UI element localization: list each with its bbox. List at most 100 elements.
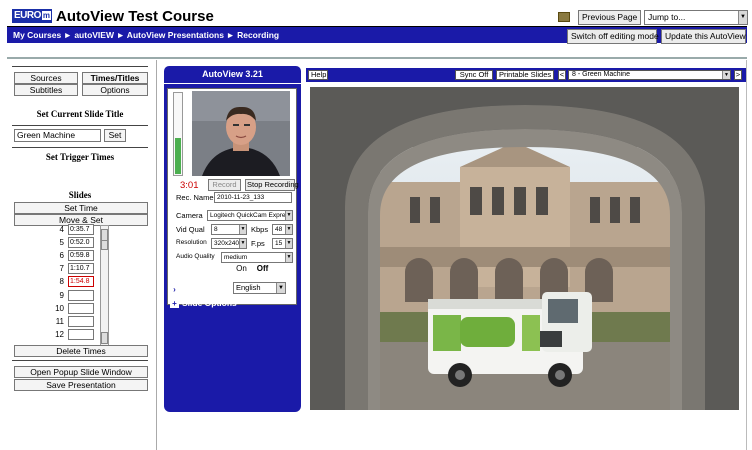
slide-number: 9 <box>59 291 64 300</box>
slide-time-input[interactable]: 1:10.7 <box>68 263 94 274</box>
slide-number: 5 <box>59 238 64 247</box>
language-value: English <box>236 283 261 292</box>
set-title-button[interactable]: Set <box>104 129 126 142</box>
set-time-button[interactable]: Set Time <box>14 202 148 214</box>
previous-page-button[interactable]: Previous Page <box>578 10 641 25</box>
chevron-down-icon: ▼ <box>285 225 292 234</box>
volume-slider[interactable] <box>173 92 183 176</box>
slide-image <box>310 87 739 410</box>
slide-number: 6 <box>59 251 64 260</box>
logo-text: EURO <box>14 10 41 21</box>
chevron-down-icon: ▼ <box>239 239 246 248</box>
slide-options-label[interactable]: Slide Options <box>182 298 237 308</box>
slide-time-input[interactable] <box>68 303 94 314</box>
rec-name-label: Rec. Name <box>176 193 214 202</box>
language-select[interactable]: English ▼ <box>233 282 286 294</box>
divider <box>12 66 148 67</box>
vid-qual-label: Vid Qual <box>176 225 205 234</box>
tab-sources[interactable]: Sources <box>14 72 78 84</box>
record-button[interactable]: Record <box>208 179 241 191</box>
tab-subtitles[interactable]: Subtitles <box>14 84 78 96</box>
chevron-down-icon: ▼ <box>285 239 292 248</box>
left-panel: Sources Times/Titles Subtitles Options S… <box>0 60 157 450</box>
webcam-preview <box>192 91 290 176</box>
chevron-down-icon: ▼ <box>276 283 285 293</box>
switch-editing-button[interactable]: Switch off editing mode <box>567 29 659 44</box>
slide-time-input[interactable] <box>68 316 94 327</box>
save-presentation-button[interactable]: Save Presentation <box>14 379 148 391</box>
fps-label: F.ps <box>251 239 265 248</box>
camera-select[interactable]: Logitech QuickCam Express ▼ <box>207 210 293 221</box>
sync-off-button[interactable]: Sync Off <box>455 70 493 80</box>
resolution-value: 320x240 <box>214 240 239 247</box>
delete-times-button[interactable]: Delete Times <box>14 345 148 357</box>
thumbnails-label: Thumbnails <box>181 264 229 274</box>
tab-options[interactable]: Options <box>82 84 148 96</box>
divider <box>12 125 148 126</box>
thumbnails-off-button[interactable]: Off <box>253 263 272 274</box>
slide-time-input[interactable]: 1:54.8 <box>68 276 94 287</box>
next-slide-button[interactable]: > <box>734 70 742 80</box>
language-label: Language <box>182 284 223 294</box>
jump-to-value: Jump to... <box>648 12 686 22</box>
rec-name-input[interactable]: 2010-11-23_133 <box>214 192 292 203</box>
slide-time-input[interactable]: 0:35.7 <box>68 224 94 235</box>
slide-number: 11 <box>55 317 64 326</box>
slides-scrollbar[interactable] <box>100 225 109 346</box>
chevron-down-icon: ▼ <box>239 225 246 234</box>
vid-qual-value: 8 <box>214 226 218 233</box>
slide-time-input[interactable] <box>68 290 94 301</box>
stop-recording-button[interactable]: Stop Recording <box>245 179 299 191</box>
divider <box>746 60 747 450</box>
chevron-down-icon: ▼ <box>722 71 730 79</box>
vid-qual-select[interactable]: 8 ▼ <box>211 224 247 235</box>
audio-quality-label: Audio Quality <box>176 253 215 260</box>
fps-select[interactable]: 15 ▼ <box>272 238 293 249</box>
slide-select[interactable]: 8 - Green Machine ▼ <box>568 70 731 80</box>
logo-sup: m <box>41 11 51 20</box>
divider <box>7 57 747 59</box>
green-machine-photo <box>310 87 739 410</box>
audio-quality-select[interactable]: medium ▼ <box>221 252 293 263</box>
tab-times-titles[interactable]: Times/Titles <box>82 72 148 84</box>
page-title: AutoView Test Course <box>56 8 214 25</box>
expand-language-icon[interactable]: › <box>170 285 179 294</box>
slide-toolbar: Help Sync Off Printable Slides < 8 - Gre… <box>306 68 746 82</box>
recorder-panel: 3:01 Record Stop Recording Rec. Name 201… <box>164 84 301 412</box>
kbps-select[interactable]: 48 ▼ <box>272 224 293 235</box>
divider <box>12 147 148 148</box>
recording-time: 3:01 <box>180 180 199 191</box>
chevron-down-icon: ▼ <box>738 11 747 24</box>
resolution-select[interactable]: 320x240 ▼ <box>211 238 247 249</box>
chevron-down-icon: ▼ <box>285 211 292 220</box>
jump-to-select[interactable]: Jump to... ▼ <box>644 10 748 25</box>
slide-number: 8 <box>59 277 64 286</box>
slide-number: 4 <box>59 225 64 234</box>
kbps-label: Kbps <box>251 225 269 234</box>
open-popup-button[interactable]: Open Popup Slide Window <box>14 366 148 378</box>
slide-title-input[interactable]: Green Machine <box>14 129 101 142</box>
slide-number: 12 <box>55 330 64 339</box>
prev-slide-button[interactable]: < <box>558 70 566 80</box>
camera-label: Camera <box>176 211 203 220</box>
set-slide-title-heading: Set Current Slide Title <box>36 109 124 119</box>
breadcrumb[interactable]: My Courses ► autoVIEW ► AutoView Present… <box>13 29 279 41</box>
divider <box>12 360 148 361</box>
plus-icon[interactable]: + <box>170 299 179 308</box>
slide-time-input[interactable]: 0:59.8 <box>68 250 94 261</box>
printable-slides-button[interactable]: Printable Slides <box>496 70 554 80</box>
slide-time-input[interactable] <box>68 329 94 340</box>
slide-number: 7 <box>59 264 64 273</box>
message-icon[interactable] <box>558 12 570 22</box>
help-button[interactable]: Help <box>308 70 328 80</box>
update-autoview-button[interactable]: Update this AutoView <box>661 29 746 44</box>
fps-value: 15 <box>275 240 283 247</box>
volume-level <box>175 138 181 174</box>
slide-time-input[interactable]: 0:52.0 <box>68 237 94 248</box>
scroll-down-icon[interactable] <box>101 332 108 344</box>
scrollbar-thumb[interactable] <box>101 240 108 250</box>
slides-heading: Slides <box>68 190 92 200</box>
resolution-label: Resolution <box>176 239 207 246</box>
thumbnails-on-button[interactable]: On <box>233 263 250 274</box>
euromoodle-logo[interactable]: EURO m <box>12 9 52 23</box>
